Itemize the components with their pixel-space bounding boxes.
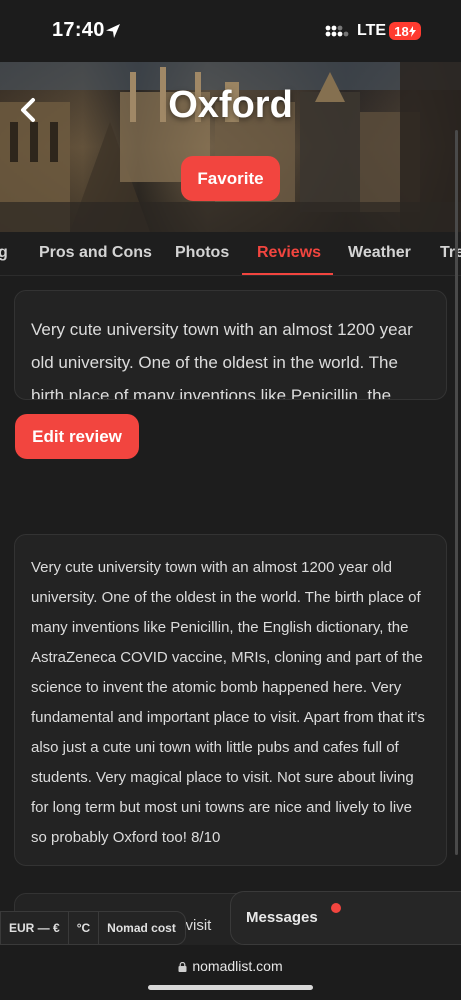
tab-photos[interactable]: Photos [175,244,229,262]
url-bar[interactable]: nomadlist.com [0,958,461,974]
url-text: nomadlist.com [192,958,283,974]
temperature-toggle[interactable]: °C [69,911,100,945]
settings-pill-bar: EUR — € °C Nomad cost [0,911,186,945]
favorite-button[interactable]: Favorite [181,156,280,201]
messages-button[interactable]: Messages [230,891,461,945]
own-review-card[interactable]: Very cute university town with an almost… [14,290,447,400]
page-scrollbar[interactable] [455,130,458,855]
unread-dot-icon [331,903,341,913]
network-type: LTE [357,22,387,39]
tab-reviews[interactable]: Reviews [257,244,321,262]
status-time: 17:40 [52,19,105,41]
nomad-cost-toggle[interactable]: Nomad cost [99,911,184,945]
lock-icon [178,962,187,972]
home-indicator [148,985,313,990]
messages-label: Messages [246,909,318,926]
city-hero: Oxford Favorite [0,62,461,232]
page-title: Oxford [168,84,293,126]
battery-icon: 18 [389,22,421,40]
status-bar: 17:40 LTE 18 [0,0,461,62]
review-text: Very cute university town with an almost… [31,559,425,846]
charging-bolt-icon [408,25,416,37]
review-card: Very cute university town with an almost… [14,534,447,866]
tab-pros-and-cons[interactable]: Pros and Cons [39,244,152,262]
browser-bar: nomadlist.com [0,945,461,1000]
edit-review-button[interactable]: Edit review [15,414,139,459]
own-review-text: Very cute university town with an almost… [31,320,413,400]
signal-icon [325,25,349,37]
active-tab-indicator [242,273,333,275]
location-arrow-icon [106,24,120,38]
tab-partial-left[interactable]: g [0,244,8,262]
battery-level: 18 [394,23,409,39]
section-tabs: g Pros and Cons Photos Reviews Weather T… [0,232,461,276]
tab-weather[interactable]: Weather [348,244,411,262]
currency-toggle[interactable]: EUR — € [1,911,69,945]
